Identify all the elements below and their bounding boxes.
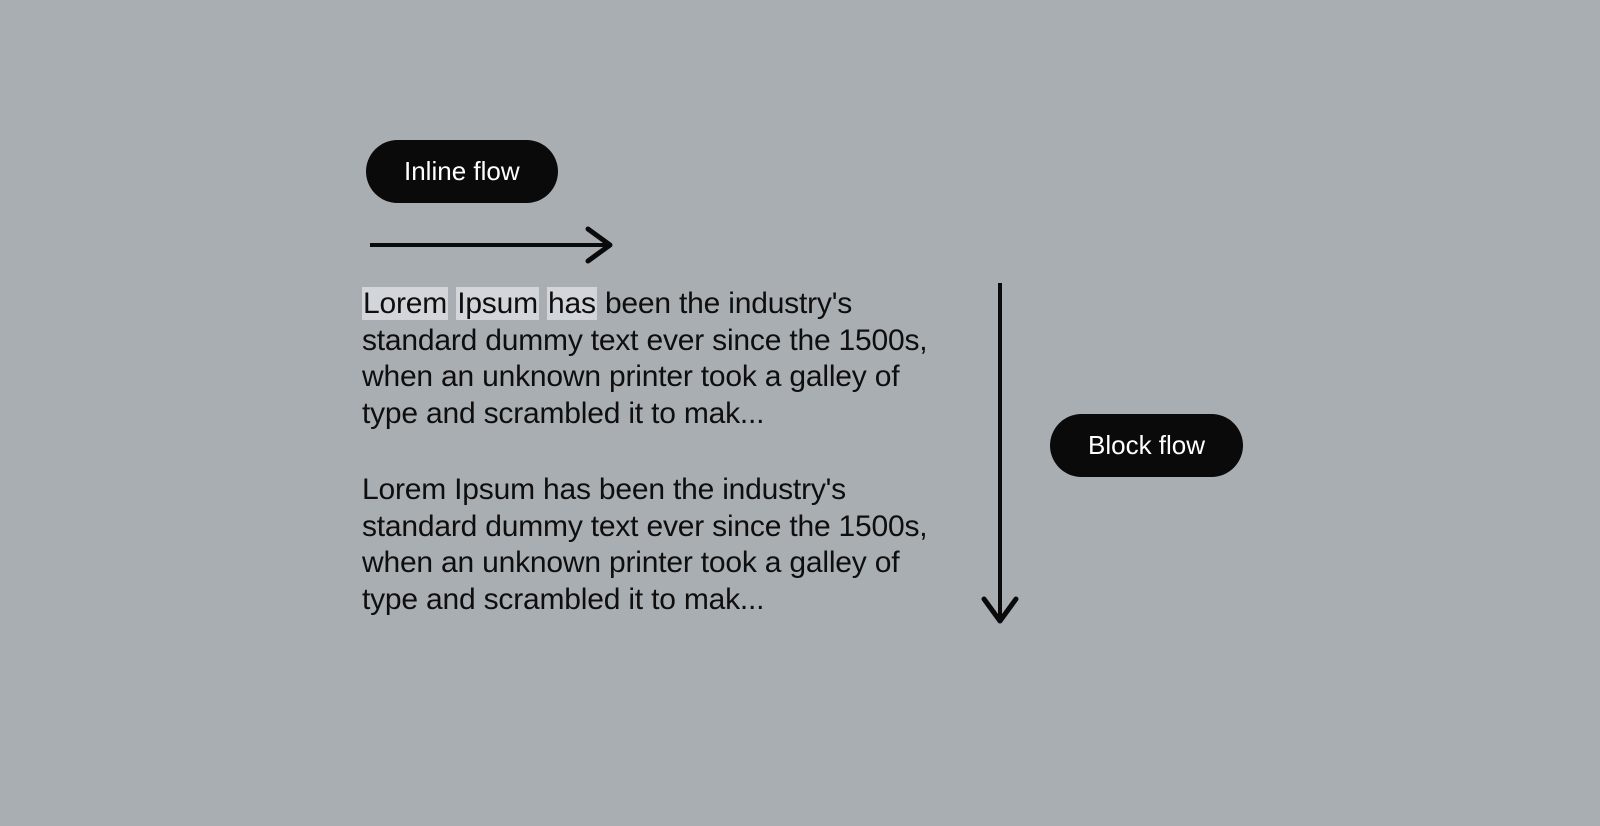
block-flow-label: Block flow <box>1050 414 1243 477</box>
arrow-right-icon <box>370 225 620 265</box>
paragraph-1: Lorem Ipsum has been the industry's stan… <box>362 286 952 432</box>
highlighted-word: Ipsum <box>456 287 539 320</box>
inline-flow-label: Inline flow <box>366 140 558 203</box>
arrow-down-icon <box>975 283 1025 629</box>
paragraph-2: Lorem Ipsum has been the industry's stan… <box>362 472 952 618</box>
highlighted-word: has <box>547 287 597 320</box>
highlighted-word: Lorem <box>362 287 448 320</box>
